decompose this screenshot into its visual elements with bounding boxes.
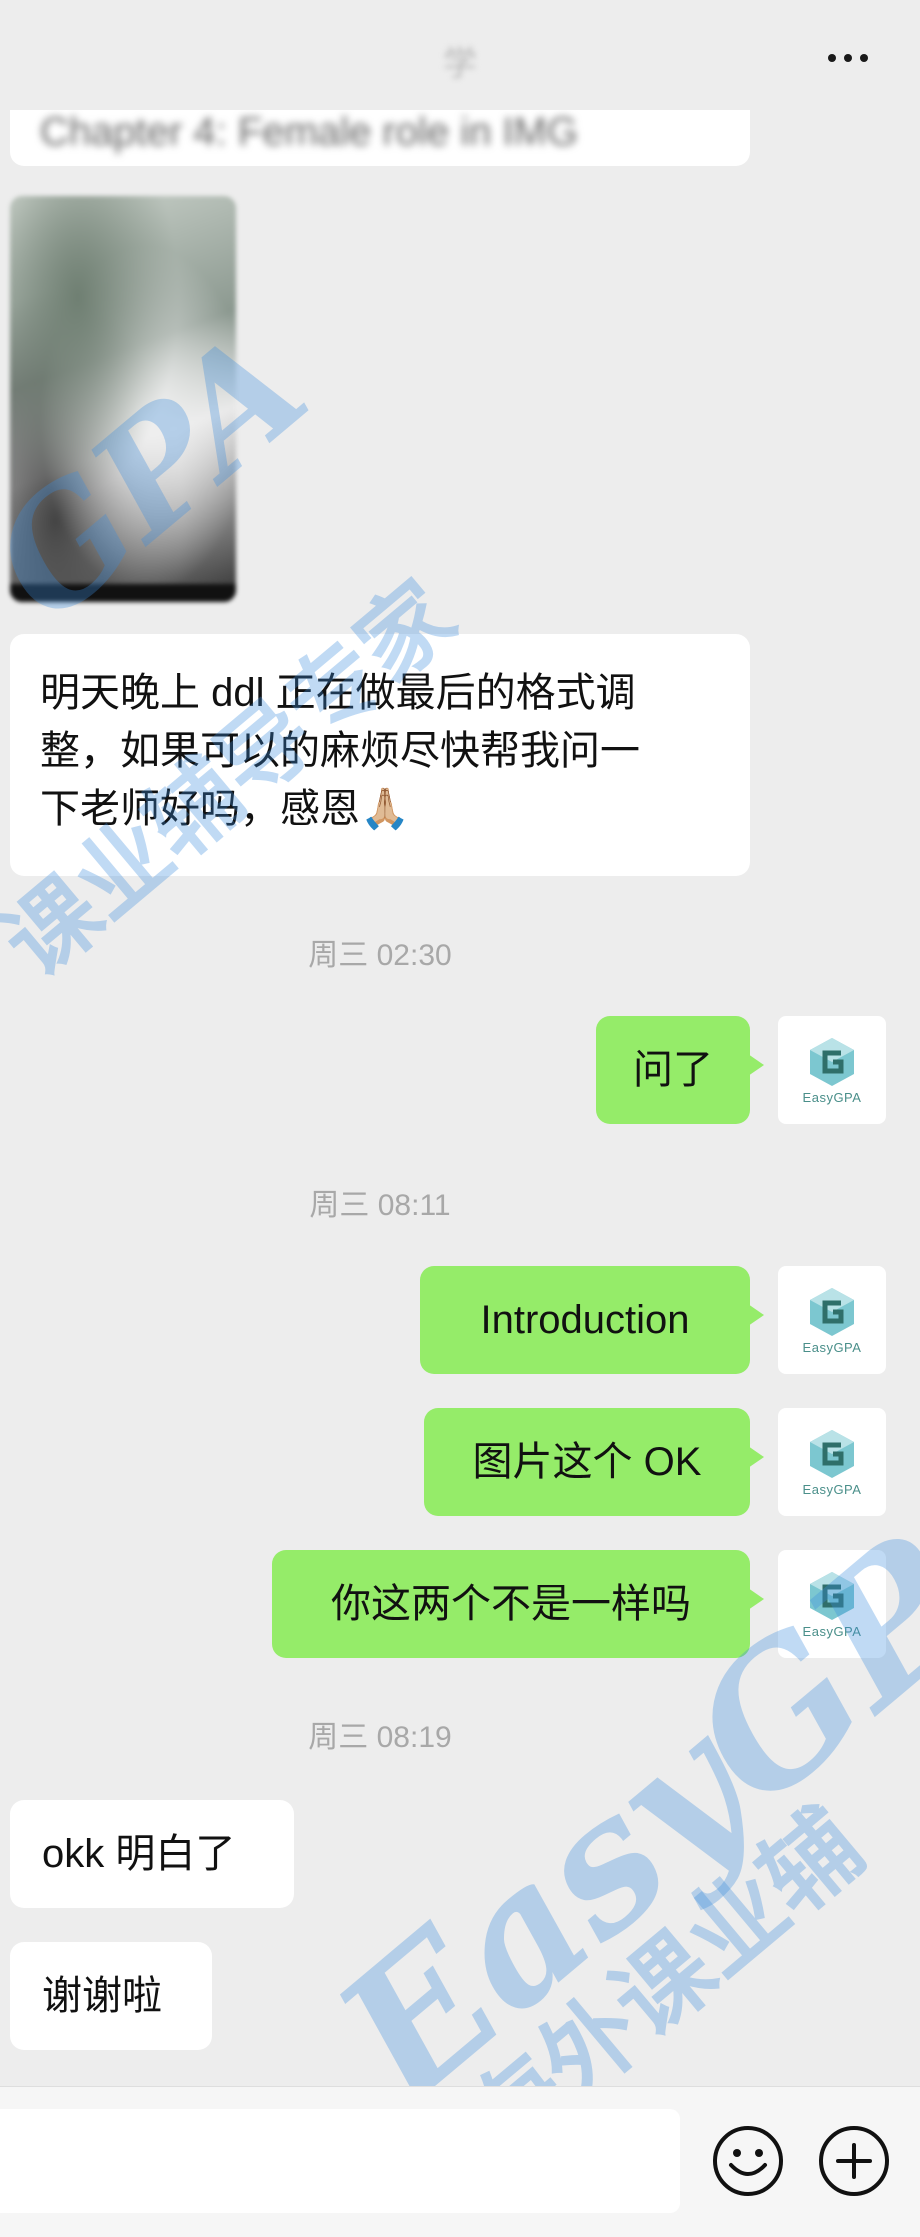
outgoing-message[interactable]: Introduction xyxy=(420,1266,764,1374)
avatar-caption: EasyGPA xyxy=(802,1623,862,1639)
avatar-caption: EasyGPA xyxy=(802,1339,862,1355)
avatar-caption: EasyGPA xyxy=(802,1089,862,1105)
input-bar xyxy=(0,2086,920,2237)
timestamp: 周三 02:30 xyxy=(308,939,452,972)
message-text: 谢谢啦 xyxy=(42,1974,162,2018)
message-line: 整，如果可以的麻烦尽快帮我问一 xyxy=(40,729,640,773)
incoming-message[interactable]: 明天晚上 ddl 正在做最后的格式调 整，如果可以的麻烦尽快帮我问一 下老师好吗… xyxy=(10,634,750,876)
blurred-message-bubble[interactable]: Chapter 4: Female role in IMG xyxy=(10,110,750,166)
easygpa-logo-icon xyxy=(810,1287,854,1336)
message-line: 下老师好吗，感恩🙏🏼 xyxy=(40,787,410,831)
chat-title: 学 xyxy=(443,45,477,83)
avatar-caption: EasyGPA xyxy=(802,1481,862,1497)
incoming-message[interactable]: 谢谢啦 xyxy=(10,1942,212,2050)
plus-circle-icon[interactable] xyxy=(816,2123,892,2199)
message-text: okk 明白了 xyxy=(42,1832,236,1876)
outgoing-message[interactable]: 问了 xyxy=(596,1016,764,1124)
more-horizontal-icon[interactable] xyxy=(828,54,868,62)
message-input[interactable] xyxy=(0,2109,680,2213)
emoji-icon[interactable] xyxy=(710,2123,786,2199)
timestamp: 周三 08:19 xyxy=(308,1721,452,1754)
message-text: 图片这个 OK xyxy=(472,1440,702,1484)
message-text: 你这两个不是一样吗 xyxy=(331,1582,691,1626)
avatar[interactable]: EasyGPA xyxy=(778,1016,886,1124)
incoming-message[interactable]: okk 明白了 xyxy=(10,1800,294,1908)
outgoing-message[interactable]: 你这两个不是一样吗 xyxy=(272,1550,764,1658)
message-text: Introduction xyxy=(480,1298,690,1342)
easygpa-logo-icon xyxy=(810,1037,854,1086)
easygpa-logo-icon xyxy=(810,1571,854,1620)
avatar[interactable]: EasyGPA xyxy=(778,1408,886,1516)
chat-header: 学 xyxy=(0,0,920,120)
timestamp: 周三 08:11 xyxy=(309,1189,451,1222)
avatar[interactable]: EasyGPA xyxy=(778,1550,886,1658)
outgoing-message[interactable]: 图片这个 OK xyxy=(424,1408,764,1516)
image-message[interactable] xyxy=(10,196,236,602)
blurred-message-text: Chapter 4: Female role in IMG xyxy=(40,110,578,154)
message-text: 问了 xyxy=(633,1048,713,1092)
message-line: 明天晚上 ddl 正在做最后的格式调 xyxy=(40,671,636,715)
easygpa-logo-icon xyxy=(810,1429,854,1478)
avatar[interactable]: EasyGPA xyxy=(778,1266,886,1374)
